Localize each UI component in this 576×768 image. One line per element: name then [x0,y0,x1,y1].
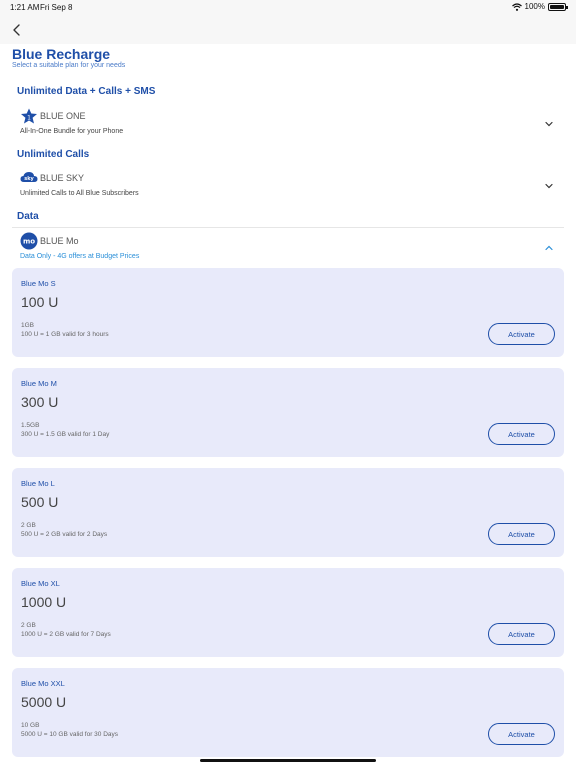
card-data-amount: 1GB [21,322,35,329]
card-name: Blue Mo XL [21,579,60,588]
plan-name: BLUE SKY [40,173,85,183]
activate-button[interactable]: Activate [488,523,555,545]
plan-row-blue-mo[interactable]: mo BLUE Mo Data Only - 4G offers at Budg… [12,230,564,264]
status-bar: 1:21 AM Fri Sep 8 100% [0,0,576,16]
status-date: Fri Sep 8 [40,3,73,12]
svg-text:1: 1 [27,115,31,122]
card-detail: 100 U = 1 GB valid for 3 hours [21,331,109,338]
plan-description: All-In-One Bundle for your Phone [20,128,124,135]
card-price: 1000 U [21,594,67,610]
activate-button[interactable]: Activate [488,323,555,345]
activate-button[interactable]: Activate [488,423,555,445]
activate-button[interactable]: Activate [488,623,555,645]
star-badge-icon: 1 [21,108,37,124]
plan-card-mo-s: Blue Mo S 100 U 1GB 100 U = 1 GB valid f… [12,268,564,357]
status-time: 1:21 AM [10,3,40,12]
card-data-amount: 2 GB [21,622,36,629]
card-price: 500 U [21,494,59,510]
plan-card-mo-m: Blue Mo M 300 U 1.5GB 300 U = 1.5 GB val… [12,368,564,457]
battery-icon [548,2,568,11]
battery-percent: 100% [524,2,545,11]
sky-cloud-icon: sky [20,172,38,182]
svg-text:sky: sky [24,176,34,182]
card-data-amount: 10 GB [21,722,40,729]
card-name: Blue Mo L [21,479,55,488]
card-detail: 5000 U = 10 GB valid for 30 Days [21,731,119,738]
section-heading-data: Data [17,211,39,222]
plan-card-mo-xxl: Blue Mo XXL 5000 U 10 GB 5000 U = 10 GB … [12,668,564,757]
card-detail: 500 U = 2 GB valid for 2 Days [21,531,108,538]
card-detail: 1000 U = 2 GB valid for 7 Days [21,631,111,638]
section-heading-unlimited-calls: Unlimited Calls [17,149,90,160]
card-name: Blue Mo S [21,279,56,288]
plan-description: Unlimited Calls to All Blue Subscribers [20,190,139,197]
chevron-down-icon[interactable] [544,181,554,191]
section-divider [12,227,564,228]
plan-card-mo-xl: Blue Mo XL 1000 U 2 GB 1000 U = 2 GB val… [12,568,564,657]
chevron-left-icon[interactable] [10,23,24,37]
navigation-bar [0,16,576,44]
card-price: 5000 U [21,694,67,710]
card-name: Blue Mo XXL [21,679,65,688]
card-price: 100 U [21,294,59,310]
page-subtitle: Select a suitable plan for your needs [12,62,126,69]
card-data-amount: 1.5GB [21,422,40,429]
card-price: 300 U [21,394,59,410]
chevron-down-icon[interactable] [544,119,554,129]
plan-card-mo-l: Blue Mo L 500 U 2 GB 500 U = 2 GB valid … [12,468,564,557]
svg-text:mo: mo [23,238,35,246]
card-data-amount: 2 GB [21,522,36,529]
activate-button[interactable]: Activate [488,723,555,745]
mo-circle-icon: mo [20,232,38,250]
card-detail: 300 U = 1.5 GB valid for 1 Day [21,431,110,438]
home-indicator [200,759,376,762]
status-indicators: 100% [511,2,568,11]
chevron-up-icon[interactable] [544,243,554,253]
plan-row-blue-one[interactable]: 1 BLUE ONE All-In-One Bundle for your Ph… [12,104,564,140]
plan-row-blue-sky[interactable]: sky BLUE SKY Unlimited Calls to All Blue… [12,167,564,203]
card-name: Blue Mo M [21,379,57,388]
page-title: Blue Recharge [12,46,111,62]
plan-name: BLUE Mo [40,236,79,246]
section-heading-unlimited-data: Unlimited Data + Calls + SMS [17,86,156,97]
plan-name: BLUE ONE [40,111,86,121]
plan-description: Data Only - 4G offers at Budget Prices [20,253,140,260]
wifi-icon [511,2,522,11]
